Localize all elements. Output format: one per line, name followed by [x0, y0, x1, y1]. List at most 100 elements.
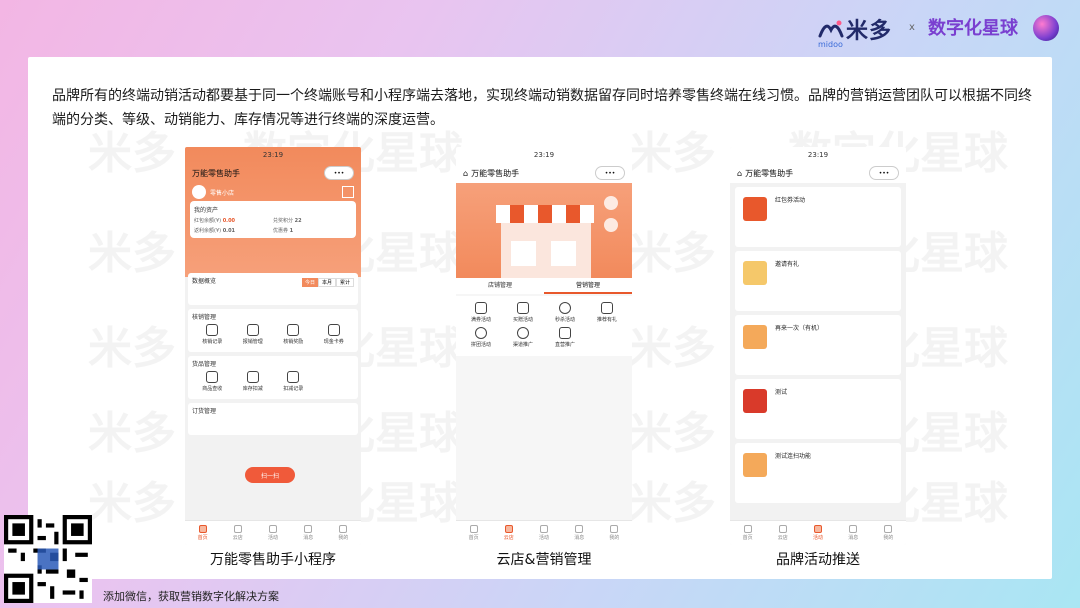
caption-mini-program: 万能零售助手小程序	[210, 552, 336, 568]
watermark: 米多	[88, 467, 176, 531]
grid-item-label: 库存扣减	[242, 386, 263, 392]
asset-item[interactable]: 优惠券 1	[273, 227, 352, 234]
tab-activity[interactable]: 活动	[800, 521, 835, 545]
tab-home[interactable]: 首页	[730, 521, 765, 545]
grid-item-label: 渠道推广	[512, 342, 533, 348]
menu-capsule[interactable]: •••	[869, 166, 899, 180]
grid-item-label: 拼团活动	[470, 342, 491, 348]
content-card: 米多 数字化星球 米多 数字化星球 米多 数字化星球 米多 数字化星球 米多 数…	[28, 57, 1052, 579]
asset-value: 0.01	[222, 228, 236, 234]
activity-card[interactable]: 测试连扫功能	[735, 443, 901, 503]
grid-item-label: 直营推广	[554, 342, 575, 348]
asset-label: 优惠券	[273, 228, 289, 234]
activity-card[interactable]: 邀请有礼	[735, 251, 901, 311]
reimburse-icon	[246, 324, 259, 336]
title-bar: ⌂ 万能零售助手 •••	[456, 163, 632, 183]
gift-icon	[517, 302, 529, 314]
tab-store[interactable]: 云店	[491, 521, 526, 545]
tab-bar: 首页 云店 活动 消息 我的	[185, 520, 361, 545]
grid-item-label: 扣减记录	[283, 386, 304, 392]
overview-spacer	[192, 288, 354, 302]
grid-item[interactable]: 拼团活动	[460, 327, 502, 348]
section-goods: 货品管理 商品查收 库存扣减 扣减记录	[188, 356, 358, 399]
asset-item[interactable]: 返利余额(¥) 0.01	[194, 227, 273, 234]
activity-icon	[269, 525, 277, 533]
activity-card[interactable]: 测试	[735, 379, 901, 439]
watermark: 米多	[628, 397, 716, 461]
tab-me[interactable]: 我的	[597, 521, 632, 545]
activity-icon	[814, 525, 822, 533]
overview-tab[interactable]: 累计	[335, 277, 354, 287]
tab-home[interactable]: 首页	[456, 521, 491, 545]
menu-capsule[interactable]: •••	[595, 166, 625, 180]
user-icon	[610, 525, 619, 533]
app-title: 万能零售助手	[471, 168, 520, 178]
home-icon[interactable]: ⌂	[737, 169, 742, 178]
tab-activity[interactable]: 活动	[526, 521, 561, 545]
wechat-qr-code	[4, 515, 92, 603]
tab-me[interactable]: 我的	[326, 521, 361, 545]
qr-code-icon[interactable]	[342, 186, 354, 198]
asset-item[interactable]: 兑奖积分 22	[273, 217, 352, 224]
planet-icon	[1033, 15, 1059, 41]
grid-item[interactable]: 渠道推广	[502, 327, 544, 348]
home-icon[interactable]: ⌂	[463, 169, 468, 178]
grid-item[interactable]: 核销记录	[192, 324, 233, 345]
activity-card[interactable]: 红包券活动	[735, 187, 901, 247]
grid-item[interactable]: 报销管理	[233, 324, 274, 345]
grid-item[interactable]: 满券活动	[460, 302, 502, 323]
grid-item-label: 现金卡券	[323, 339, 344, 345]
grid-item[interactable]: 推荐有礼	[586, 302, 628, 323]
channel-icon	[517, 327, 529, 339]
tab-message[interactable]: 消息	[291, 521, 326, 545]
grid-item[interactable]: 扣减记录	[273, 371, 314, 392]
activity-desc	[775, 205, 885, 217]
section-title: 核销管理	[192, 314, 217, 321]
tab-label: 消息	[303, 535, 314, 541]
asset-item[interactable]: 红包余额(¥) 0.00	[194, 217, 273, 224]
tab-me[interactable]: 我的	[871, 521, 906, 545]
grid-item[interactable]: 秒杀活动	[544, 302, 586, 323]
clock-icon	[559, 302, 571, 314]
tab-bar: 首页 云店 活动 消息 我的	[730, 520, 906, 545]
grid-item[interactable]: 买赠活动	[502, 302, 544, 323]
tab-message[interactable]: 消息	[836, 521, 871, 545]
section-grid: 商品查收 库存扣减 扣减记录	[192, 371, 354, 396]
megaphone-icon	[559, 327, 571, 339]
tab-bar: 首页 云店 活动 消息 我的	[456, 520, 632, 545]
message-icon	[304, 525, 313, 533]
grid-item-label: 满券活动	[470, 317, 491, 323]
watermark: 米多	[88, 217, 176, 281]
status-bar: 23:19	[730, 147, 906, 163]
phone1-header: 23:19 万能零售助手 ••• 零售小店 我的资产 红包余额(¥) 0.00 …	[185, 147, 361, 277]
tab-store[interactable]: 云店	[220, 521, 255, 545]
grid-item[interactable]: 核销奖励	[273, 324, 314, 345]
storefront-icon	[496, 196, 618, 278]
overview-tab[interactable]: 今日	[301, 277, 318, 287]
card-icon	[327, 324, 340, 336]
tab-label: 消息	[574, 535, 585, 541]
overview-tab[interactable]: 本月	[317, 277, 336, 287]
store-icon	[504, 525, 513, 533]
tab-message[interactable]: 消息	[562, 521, 597, 545]
grid-item-label: 买赠活动	[512, 317, 533, 323]
activity-card[interactable]: 再来一次（有机）	[735, 315, 901, 375]
tab-marketing-manage[interactable]: 营销管理	[544, 278, 632, 294]
tab-label: 云店	[232, 535, 243, 541]
store-icon	[778, 525, 787, 533]
grid-item-label: 推荐有礼	[596, 317, 617, 323]
warehouse-icon	[246, 371, 259, 383]
tab-label: 首页	[197, 535, 208, 541]
tab-home[interactable]: 首页	[185, 521, 220, 545]
menu-capsule[interactable]: •••	[324, 166, 354, 180]
tab-store[interactable]: 云店	[765, 521, 800, 545]
grid-item[interactable]: 库存扣减	[233, 371, 274, 392]
activity-icon	[540, 525, 548, 533]
assets-label: 我的资产	[194, 207, 219, 214]
scan-button[interactable]: 扫一扫	[245, 467, 295, 483]
grid-item[interactable]: 商品查收	[192, 371, 233, 392]
grid-item[interactable]: 现金卡券	[314, 324, 355, 345]
grid-item[interactable]: 直营推广	[544, 327, 586, 348]
tab-shop-manage[interactable]: 店铺管理	[456, 278, 544, 294]
tab-activity[interactable]: 活动	[255, 521, 290, 545]
